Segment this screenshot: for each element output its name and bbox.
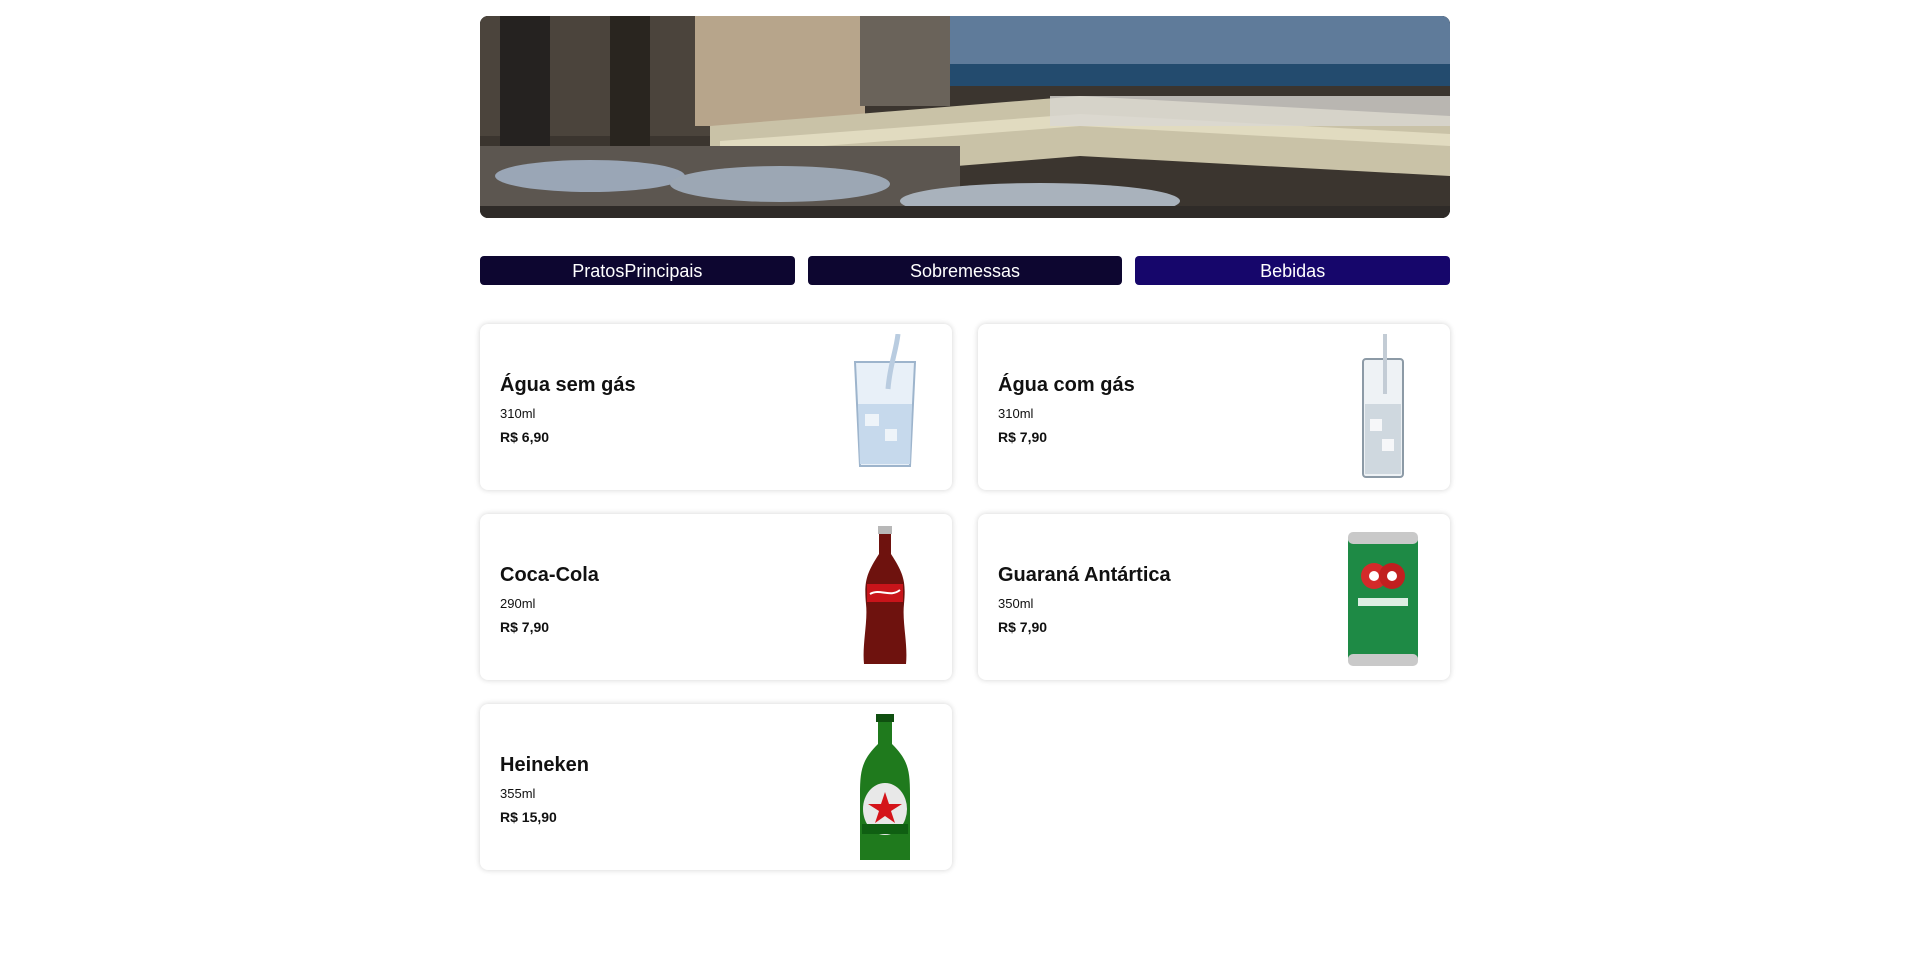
product-card[interactable]: Guaraná Antártica 350ml R$ 7,90 bbox=[978, 514, 1450, 680]
menu-page: PratosPrincipais Sobremessas Bebidas Águ… bbox=[480, 16, 1451, 870]
coke-bottle-icon bbox=[863, 526, 907, 664]
product-price: R$ 6,90 bbox=[500, 429, 550, 445]
water-glass-icon bbox=[853, 334, 917, 467]
product-card[interactable]: Coca-Cola 290ml R$ 7,90 bbox=[480, 514, 952, 680]
sparkling-glass-icon bbox=[1362, 334, 1404, 478]
restaurant-terrace-image bbox=[480, 16, 1450, 218]
tab-pratos-principais[interactable]: PratosPrincipais bbox=[480, 256, 795, 285]
product-name: Heineken bbox=[500, 754, 589, 776]
product-grid: Água sem gás 310ml R$ 6,90 Água com gás … bbox=[480, 324, 1450, 870]
tab-bebidas[interactable]: Bebidas bbox=[1135, 256, 1451, 285]
product-price: R$ 7,90 bbox=[998, 429, 1048, 445]
product-card[interactable]: Água com gás 310ml R$ 7,90 bbox=[978, 324, 1450, 490]
tab-sobremessas[interactable]: Sobremessas bbox=[807, 256, 1123, 285]
product-name: Água com gás bbox=[998, 374, 1135, 396]
product-name: Coca-Cola bbox=[500, 564, 599, 586]
heineken-bottle-icon bbox=[860, 714, 910, 860]
product-volume: 355ml bbox=[500, 786, 536, 801]
category-tabs: PratosPrincipais Sobremessas Bebidas bbox=[480, 256, 1451, 285]
product-price: R$ 7,90 bbox=[500, 619, 550, 635]
product-name: Água sem gás bbox=[500, 374, 636, 396]
product-name: Guaraná Antártica bbox=[998, 564, 1171, 586]
product-price: R$ 7,90 bbox=[998, 619, 1048, 635]
product-volume: 350ml bbox=[998, 596, 1034, 611]
hero-banner bbox=[480, 16, 1450, 218]
guarana-can-icon bbox=[1348, 532, 1418, 666]
product-card[interactable]: Heineken 355ml R$ 15,90 bbox=[480, 704, 952, 870]
product-card[interactable]: Água sem gás 310ml R$ 6,90 bbox=[480, 324, 952, 490]
product-volume: 310ml bbox=[998, 406, 1034, 421]
product-volume: 290ml bbox=[500, 596, 536, 611]
product-price: R$ 15,90 bbox=[500, 809, 557, 825]
product-volume: 310ml bbox=[500, 406, 536, 421]
